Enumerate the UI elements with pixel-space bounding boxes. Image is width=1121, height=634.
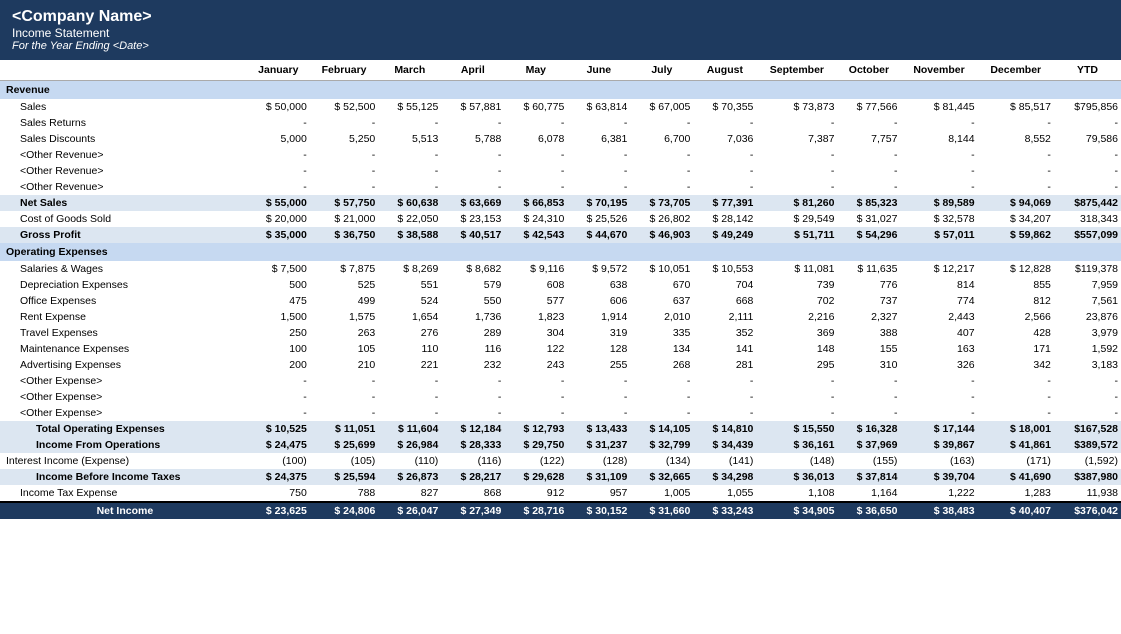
- operating-section-header: Operating Expenses: [0, 243, 1121, 261]
- other-exp1-row: <Other Expense> - - - - - - - - - - - - …: [0, 373, 1121, 389]
- advertising-row: Advertising Expenses 200 210 221 232 243…: [0, 357, 1121, 373]
- col-header-oct: October: [837, 60, 900, 81]
- advertising-label: Advertising Expenses: [0, 357, 247, 373]
- operating-label: Operating Expenses: [0, 243, 1121, 261]
- other-rev1-row: <Other Revenue> - - - - - - - - - - - - …: [0, 147, 1121, 163]
- revenue-label: Revenue: [0, 81, 1121, 100]
- travel-row: Travel Expenses 250 263 276 289 304 319 …: [0, 325, 1121, 341]
- rent-row: Rent Expense 1,500 1,575 1,654 1,736 1,8…: [0, 309, 1121, 325]
- cogs-label: Cost of Goods Sold: [0, 211, 247, 227]
- other-exp3-row: <Other Expense> - - - - - - - - - - - - …: [0, 405, 1121, 421]
- header: <Company Name> Income Statement For the …: [0, 0, 1121, 60]
- sales-feb: $ 52,500: [310, 99, 378, 115]
- gross-profit-label: Gross Profit: [0, 227, 247, 243]
- interest-row: Interest Income (Expense) (100) (105) (1…: [0, 453, 1121, 469]
- report-type: Income Statement: [12, 26, 1109, 40]
- sales-discounts-row: Sales Discounts 5,000 5,250 5,513 5,788 …: [0, 131, 1121, 147]
- sales-apr: $ 57,881: [441, 99, 504, 115]
- other-rev2-row: <Other Revenue> - - - - - - - - - - - - …: [0, 163, 1121, 179]
- sales-jun: $ 63,814: [567, 99, 630, 115]
- col-header-nov: November: [900, 60, 977, 81]
- rent-label: Rent Expense: [0, 309, 247, 325]
- interest-label: Interest Income (Expense): [0, 453, 247, 469]
- depreciation-row: Depreciation Expenses 500 525 551 579 60…: [0, 277, 1121, 293]
- col-header-mar: March: [378, 60, 441, 81]
- col-header-jan: January: [247, 60, 310, 81]
- sales-row: Sales $ 50,000 $ 52,500 $ 55,125 $ 57,88…: [0, 99, 1121, 115]
- income-ops-label: Income From Operations: [0, 437, 247, 453]
- other-exp2-row: <Other Expense> - - - - - - - - - - - - …: [0, 389, 1121, 405]
- income-statement-table: January February March April May June Ju…: [0, 60, 1121, 519]
- sales-oct: $ 77,566: [837, 99, 900, 115]
- col-header-feb: February: [310, 60, 378, 81]
- gross-profit-row: Gross Profit $ 35,000 $ 36,750 $ 38,588 …: [0, 227, 1121, 243]
- travel-label: Travel Expenses: [0, 325, 247, 341]
- net-sales-label: Net Sales: [0, 195, 247, 211]
- col-header-dec: December: [978, 60, 1054, 81]
- other-exp1-label: <Other Expense>: [0, 373, 247, 389]
- sales-aug: $ 70,355: [693, 99, 756, 115]
- total-op-exp-row: Total Operating Expenses $ 10,525 $ 11,0…: [0, 421, 1121, 437]
- sales-ytd: $795,856: [1054, 99, 1121, 115]
- total-op-exp-label: Total Operating Expenses: [0, 421, 247, 437]
- income-before-tax-label: Income Before Income Taxes: [0, 469, 247, 485]
- other-exp3-label: <Other Expense>: [0, 405, 247, 421]
- sales-jul: $ 67,005: [630, 99, 693, 115]
- col-header-may: May: [504, 60, 567, 81]
- maintenance-label: Maintenance Expenses: [0, 341, 247, 357]
- sales-discounts-label: Sales Discounts: [0, 131, 247, 147]
- income-before-tax-row: Income Before Income Taxes $ 24,375 $ 25…: [0, 469, 1121, 485]
- office-exp-label: Office Expenses: [0, 293, 247, 309]
- other-rev2-label: <Other Revenue>: [0, 163, 247, 179]
- depreciation-label: Depreciation Expenses: [0, 277, 247, 293]
- office-exp-row: Office Expenses 475 499 524 550 577 606 …: [0, 293, 1121, 309]
- cogs-row: Cost of Goods Sold $ 20,000 $ 21,000 $ 2…: [0, 211, 1121, 227]
- net-sales-row: Net Sales $ 55,000 $ 57,750 $ 60,638 $ 6…: [0, 195, 1121, 211]
- income-tax-label: Income Tax Expense: [0, 485, 247, 502]
- sales-jan: $ 50,000: [247, 99, 310, 115]
- net-income-row: Net Income $ 23,625 $ 24,806 $ 26,047 $ …: [0, 502, 1121, 519]
- maintenance-row: Maintenance Expenses 100 105 110 116 122…: [0, 341, 1121, 357]
- salaries-row: Salaries & Wages $ 7,500 $ 7,875 $ 8,269…: [0, 261, 1121, 277]
- col-header-sep: September: [756, 60, 837, 81]
- col-header-jul: July: [630, 60, 693, 81]
- sales-label: Sales: [0, 99, 247, 115]
- sales-mar: $ 55,125: [378, 99, 441, 115]
- income-tax-row: Income Tax Expense 750 788 827 868 912 9…: [0, 485, 1121, 502]
- other-rev1-label: <Other Revenue>: [0, 147, 247, 163]
- income-ops-row: Income From Operations $ 24,475 $ 25,699…: [0, 437, 1121, 453]
- report-period: For the Year Ending <Date>: [12, 40, 1109, 52]
- sales-sep: $ 73,873: [756, 99, 837, 115]
- other-rev3-label: <Other Revenue>: [0, 179, 247, 195]
- salaries-label: Salaries & Wages: [0, 261, 247, 277]
- col-header-apr: April: [441, 60, 504, 81]
- sales-returns-row: Sales Returns - - - - - - - - - - - - -: [0, 115, 1121, 131]
- company-name: <Company Name>: [12, 8, 1109, 26]
- other-rev3-row: <Other Revenue> - - - - - - - - - - - - …: [0, 179, 1121, 195]
- col-header-ytd: YTD: [1054, 60, 1121, 81]
- sales-nov: $ 81,445: [900, 99, 977, 115]
- sales-may: $ 60,775: [504, 99, 567, 115]
- net-income-label: Net Income: [0, 502, 247, 519]
- revenue-section-header: Revenue: [0, 81, 1121, 100]
- col-header-label: [0, 60, 247, 81]
- col-header-aug: August: [693, 60, 756, 81]
- other-exp2-label: <Other Expense>: [0, 389, 247, 405]
- col-header-jun: June: [567, 60, 630, 81]
- sales-returns-label: Sales Returns: [0, 115, 247, 131]
- sales-dec: $ 85,517: [978, 99, 1054, 115]
